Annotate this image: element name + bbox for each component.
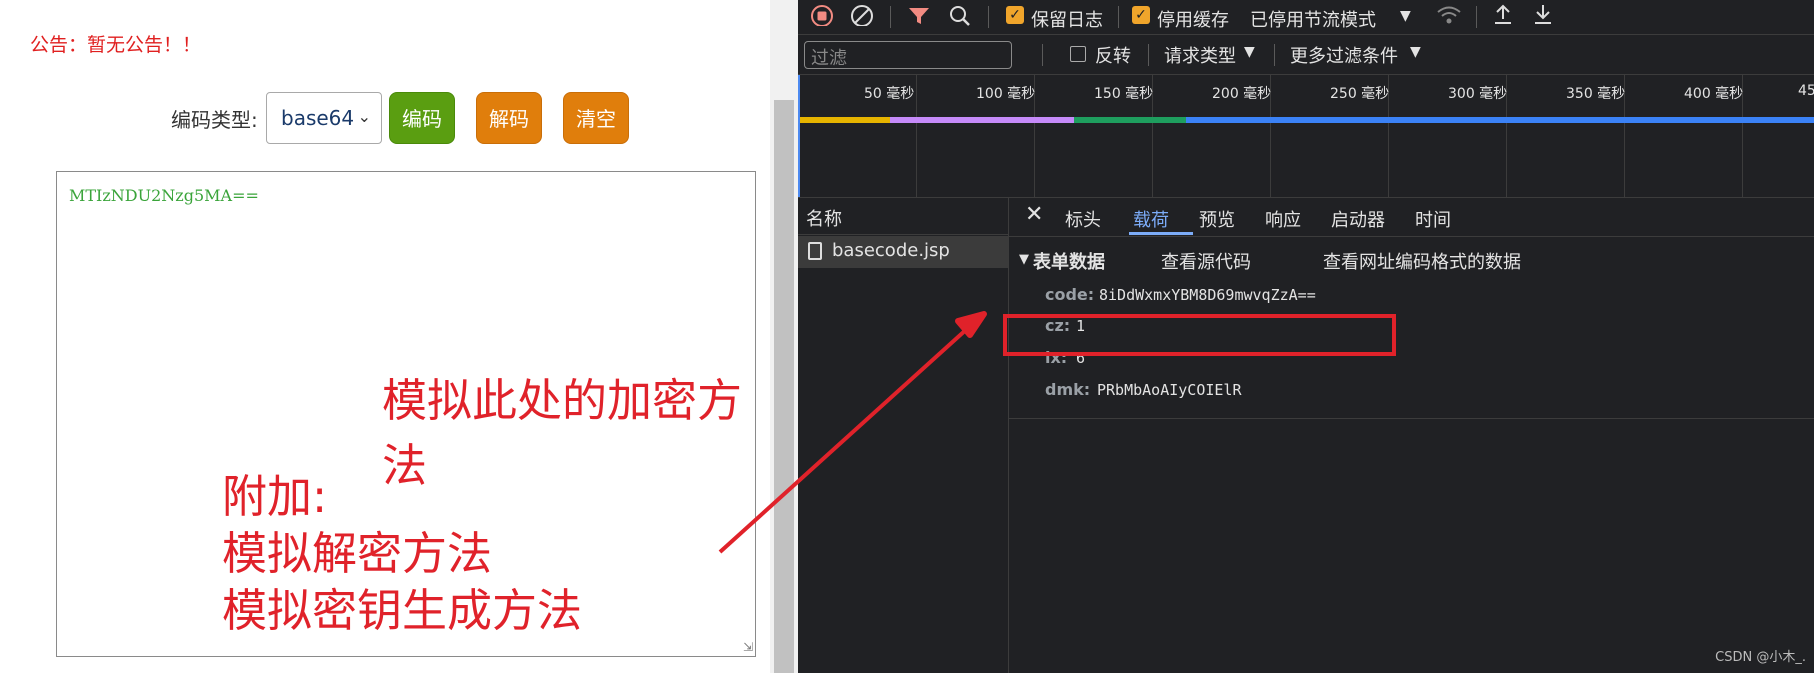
timeline-bar-download (1186, 117, 1814, 123)
chevron-down-icon: ⌄ (357, 107, 371, 126)
view-url-encoded-link[interactable]: 查看网址编码格式的数据 (1323, 248, 1521, 274)
wifi-icon[interactable] (1436, 2, 1462, 31)
textarea-value: MTIzNDU2Nzg5MA== (69, 186, 259, 205)
timeline-tick: 200 毫秒 (1212, 86, 1272, 102)
field-value: 8iDdWxmxYBM8D69mwvqZzA== (1099, 286, 1316, 304)
encode-button[interactable]: 编码 (389, 92, 455, 144)
tab-initiator[interactable]: 启动器 (1331, 206, 1385, 232)
toolbar-divider (1274, 44, 1275, 66)
toolbar-divider (988, 6, 989, 28)
field-key: code: (1045, 285, 1095, 304)
toolbar-divider (890, 6, 891, 28)
timeline-tick: 150 毫秒 (1094, 86, 1154, 102)
toolbar-divider (1118, 6, 1119, 28)
timeline-tick: 45 (1798, 83, 1814, 99)
active-tab-indicator (1129, 232, 1193, 235)
decode-button[interactable]: 解码 (476, 92, 542, 144)
notice-text: 公告：暂无公告！！ (30, 34, 202, 56)
timeline-tick: 350 毫秒 (1566, 86, 1626, 102)
toolbar-divider (1148, 44, 1149, 66)
preserve-log-label: 保留日志 (1031, 10, 1103, 31)
timeline-gridline (916, 75, 917, 197)
invert-label: 反转 (1095, 46, 1131, 67)
disable-cache-label: 停用缓存 (1157, 10, 1229, 31)
upload-icon[interactable] (1492, 2, 1514, 31)
disable-cache-checkbox[interactable]: ✓ (1132, 6, 1150, 24)
timeline-tick: 400 毫秒 (1684, 86, 1744, 102)
request-name: basecode.jsp (832, 240, 950, 261)
scrollbar-thumb[interactable] (774, 100, 794, 673)
chevron-down-icon[interactable]: ▼ (1244, 44, 1255, 60)
field-key: dmk: (1045, 380, 1091, 399)
request-row[interactable]: basecode.jsp (798, 236, 1008, 268)
encode-type-value: base64 (281, 106, 355, 130)
download-icon[interactable] (1532, 2, 1554, 31)
clear-icon[interactable] (850, 2, 874, 31)
filter-input[interactable]: 过滤 (804, 41, 1012, 69)
request-list: 名称 basecode.jsp (798, 198, 1009, 673)
filter-placeholder: 过滤 (811, 48, 847, 69)
view-source-link[interactable]: 查看源代码 (1161, 248, 1251, 274)
tab-timing[interactable]: 时间 (1415, 206, 1451, 232)
filter-bar: 过滤 反转 请求类型 ▼ 更多过滤条件 ▼ (798, 36, 1814, 75)
timeline-bar-queue (800, 117, 890, 123)
chevron-down-icon[interactable]: ▼ (1410, 44, 1421, 60)
invert-checkbox[interactable] (1070, 46, 1086, 62)
stop-recording-icon[interactable] (810, 2, 834, 31)
form-data-section: ▼ 表单数据 查看源代码 查看网址编码格式的数据 code: 8iDdWxmxY… (1003, 238, 1814, 419)
detail-tabs: ✕ 标头 载荷 预览 响应 启动器 时间 (1009, 198, 1814, 237)
chevron-down-icon[interactable]: ▼ (1400, 8, 1411, 24)
network-toolbar: ✓ 保留日志 ✓ 停用缓存 已停用节流模式 ▼ (798, 0, 1814, 35)
timeline-tick: 50 毫秒 (864, 86, 915, 102)
tab-preview[interactable]: 预览 (1199, 206, 1235, 232)
preserve-log-checkbox[interactable]: ✓ (1006, 6, 1024, 24)
form-data-title[interactable]: 表单数据 (1033, 248, 1105, 274)
timeline-tick: 250 毫秒 (1330, 86, 1390, 102)
collapse-triangle-icon[interactable]: ▼ (1019, 252, 1029, 267)
request-types-dropdown[interactable]: 请求类型 (1164, 42, 1236, 68)
file-icon (808, 242, 822, 260)
timeline-tick: 100 毫秒 (976, 86, 1036, 102)
timeline-cursor (798, 75, 800, 197)
field-value: PRbMbAoAIyCOIElR (1097, 381, 1242, 399)
throttle-select[interactable]: 已停用节流模式 (1250, 6, 1376, 32)
name-column-header[interactable]: 名称 (798, 198, 1008, 235)
encode-type-label: 编码类型: (171, 108, 258, 132)
devtools-panel: ✓ 保留日志 ✓ 停用缓存 已停用节流模式 ▼ 过滤 反转 请求类型 ▼ 更多过… (798, 0, 1814, 673)
toolbar-divider (1042, 44, 1043, 66)
network-timeline[interactable]: 50 毫秒 100 毫秒 150 毫秒 200 毫秒 250 毫秒 300 毫秒… (798, 75, 1814, 198)
highlight-box (1003, 314, 1396, 356)
toolbar-divider (1476, 6, 1477, 28)
name-header-label: 名称 (806, 209, 842, 230)
more-filters-dropdown[interactable]: 更多过滤条件 (1290, 42, 1398, 68)
tab-payload[interactable]: 载荷 (1133, 206, 1169, 232)
search-icon[interactable] (948, 2, 972, 31)
filter-icon[interactable] (908, 2, 930, 31)
clear-button[interactable]: 清空 (563, 92, 629, 144)
timeline-tick: 300 毫秒 (1448, 86, 1508, 102)
tab-headers[interactable]: 标头 (1065, 206, 1101, 232)
annotation-extra: 附加: 模拟解密方法 模拟密钥生成方法 (222, 470, 583, 637)
timeline-bar-waiting (1074, 117, 1186, 123)
watermark: CSDN @小木_. (1715, 650, 1806, 665)
web-page: 公告：暂无公告！！ 编码类型: base64 ⌄ 编码 解码 清空 MTIzND… (0, 0, 770, 673)
resize-handle-icon[interactable]: ⇲ (743, 640, 753, 654)
encode-type-select[interactable]: base64 ⌄ (266, 92, 382, 144)
request-detail: ✕ 标头 载荷 预览 响应 启动器 时间 ▼ 表单数据 查看源代码 查看网址编码… (1003, 198, 1814, 673)
tab-response[interactable]: 响应 (1265, 206, 1301, 232)
timeline-bar-stalled (890, 117, 1074, 123)
close-icon[interactable]: ✕ (1025, 202, 1043, 227)
